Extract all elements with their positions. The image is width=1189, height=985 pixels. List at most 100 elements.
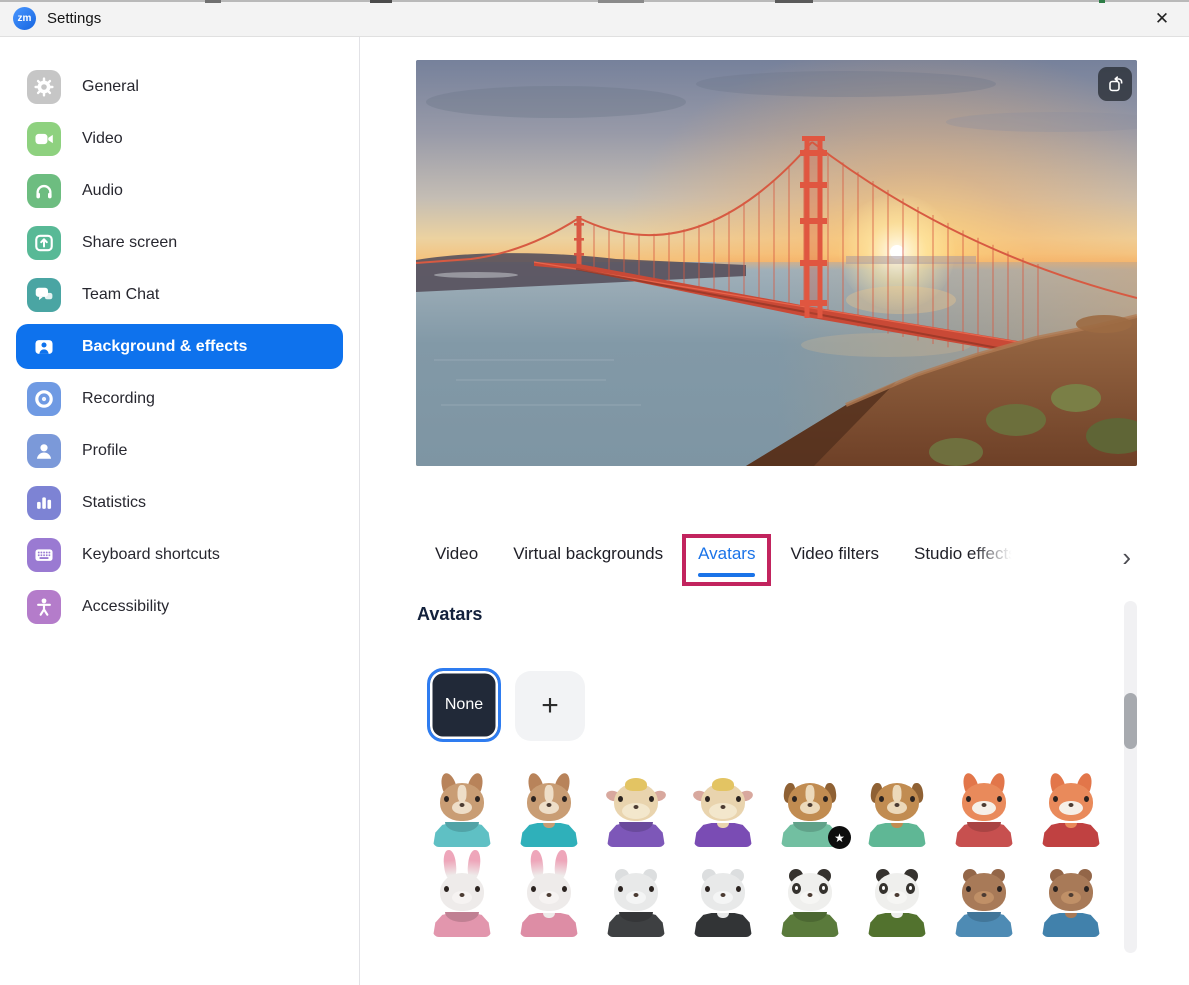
avatar-figure bbox=[430, 869, 494, 939]
sidebar-item-label: Video bbox=[82, 130, 123, 148]
avatar-none-button[interactable]: None bbox=[427, 668, 501, 742]
avatar-bear-hoodie-blue[interactable] bbox=[952, 869, 1016, 939]
tab-studio-effects[interactable]: Studio effects bbox=[914, 538, 1017, 564]
sidebar-item-label: Statistics bbox=[82, 494, 146, 512]
scrollbar-thumb[interactable] bbox=[1124, 693, 1137, 749]
avatar-dog-tshirt-mint[interactable] bbox=[865, 779, 929, 849]
avatar-figure bbox=[952, 869, 1016, 939]
avatar-corgi-hoodie-teal[interactable] bbox=[430, 779, 494, 849]
sidebar-item-keyboard-shortcuts[interactable]: Keyboard shortcuts bbox=[16, 532, 343, 577]
avatar-row: ★ bbox=[416, 779, 1126, 849]
sidebar-item-audio[interactable]: Audio bbox=[16, 168, 343, 213]
scrollbar-track[interactable] bbox=[1124, 601, 1137, 953]
rotate-preview-button[interactable] bbox=[1098, 67, 1132, 101]
avatar-cow-tshirt-purple[interactable] bbox=[691, 779, 755, 849]
tab-avatars[interactable]: Avatars bbox=[698, 538, 755, 577]
avatar-figure bbox=[430, 779, 494, 849]
avatar-figure bbox=[691, 869, 755, 939]
avatar-fox-hoodie-red[interactable] bbox=[952, 779, 1016, 849]
sidebar-item-profile[interactable]: Profile bbox=[16, 428, 343, 473]
avatar-figure bbox=[778, 869, 842, 939]
settings-sidebar: General Video Audio Share screen Team Ch bbox=[0, 37, 360, 985]
avatar-figure bbox=[517, 779, 581, 849]
avatar-figure bbox=[517, 869, 581, 939]
avatar-figure bbox=[604, 779, 668, 849]
sidebar-item-accessibility[interactable]: Accessibility bbox=[16, 584, 343, 629]
video-camera-icon bbox=[27, 122, 61, 156]
titlebar: zm Settings ✕ bbox=[0, 0, 1189, 37]
sidebar-item-video[interactable]: Video bbox=[16, 116, 343, 161]
avatar-cow-hoodie-purple[interactable] bbox=[604, 779, 668, 849]
chat-bubbles-icon bbox=[27, 278, 61, 312]
desktop-edge-artifact bbox=[775, 0, 813, 3]
avatar-polarbear-hoodie-black[interactable] bbox=[604, 869, 668, 939]
sidebar-item-background-effects[interactable]: Background & effects bbox=[16, 324, 343, 369]
avatar-grid: ★ bbox=[416, 779, 1126, 959]
sidebar-item-team-chat[interactable]: Team Chat bbox=[16, 272, 343, 317]
keyboard-icon bbox=[27, 538, 61, 572]
avatar-corgi-tshirt-teal[interactable] bbox=[517, 779, 581, 849]
avatar-bear-tshirt-blue[interactable] bbox=[1039, 869, 1103, 939]
tab-video[interactable]: Video bbox=[435, 538, 478, 564]
sidebar-item-label: Team Chat bbox=[82, 286, 159, 304]
bar-chart-icon bbox=[27, 486, 61, 520]
sidebar-item-statistics[interactable]: Statistics bbox=[16, 480, 343, 525]
sidebar-item-label: Recording bbox=[82, 390, 155, 408]
avatar-figure bbox=[1039, 779, 1103, 849]
avatar-fox-tshirt-red[interactable] bbox=[1039, 779, 1103, 849]
sidebar-item-label: Keyboard shortcuts bbox=[82, 546, 220, 564]
sidebar-item-label: Share screen bbox=[82, 234, 177, 252]
avatar-polarbear-tshirt-black[interactable] bbox=[691, 869, 755, 939]
sidebar-item-label: Audio bbox=[82, 182, 123, 200]
headphones-icon bbox=[27, 174, 61, 208]
gear-icon bbox=[27, 70, 61, 104]
avatars-section-title: Avatars bbox=[417, 604, 482, 625]
avatar-row bbox=[416, 869, 1126, 939]
desktop-edge-artifact bbox=[205, 0, 221, 3]
share-screen-icon bbox=[27, 226, 61, 260]
active-tab-underline bbox=[698, 573, 755, 577]
rotate-preview-icon bbox=[1106, 75, 1125, 94]
avatar-rabbit-hoodie-pink[interactable] bbox=[430, 869, 494, 939]
desktop-edge-artifact bbox=[0, 0, 1189, 2]
none-label: None bbox=[445, 696, 483, 714]
person-card-icon bbox=[27, 330, 61, 364]
desktop-edge-artifact bbox=[598, 0, 644, 3]
chevron-right-icon[interactable]: › bbox=[1122, 538, 1137, 568]
close-button[interactable]: ✕ bbox=[1149, 6, 1175, 32]
add-avatar-button[interactable]: + bbox=[515, 671, 585, 741]
background-preview-image bbox=[416, 60, 1137, 466]
avatar-figure bbox=[952, 779, 1016, 849]
tab-fade-overlay bbox=[973, 538, 1021, 564]
accessibility-icon bbox=[27, 590, 61, 624]
avatar-dog-hoodie-mint[interactable]: ★ bbox=[778, 779, 842, 849]
avatar-figure bbox=[865, 869, 929, 939]
record-ring-icon bbox=[27, 382, 61, 416]
sidebar-item-general[interactable]: General bbox=[16, 64, 343, 109]
avatar-figure bbox=[1039, 869, 1103, 939]
zoom-settings-window: zm Settings ✕ General Video Audio bbox=[0, 0, 1189, 985]
sidebar-item-recording[interactable]: Recording bbox=[16, 376, 343, 421]
sidebar-item-label: Background & effects bbox=[82, 338, 247, 356]
star-badge-icon: ★ bbox=[828, 826, 851, 849]
avatar-panda-hoodie-olive[interactable] bbox=[778, 869, 842, 939]
desktop-edge-artifact bbox=[370, 0, 392, 3]
plus-icon: + bbox=[541, 689, 559, 723]
sidebar-item-share-screen[interactable]: Share screen bbox=[16, 220, 343, 265]
effects-tab-bar: Video Virtual backgrounds Avatars Video … bbox=[416, 538, 1137, 590]
sidebar-item-label: General bbox=[82, 78, 139, 96]
avatar-figure bbox=[691, 779, 755, 849]
sidebar-item-label: Accessibility bbox=[82, 598, 169, 616]
tab-virtual-backgrounds[interactable]: Virtual backgrounds bbox=[513, 538, 663, 564]
avatar-figure bbox=[604, 869, 668, 939]
zoom-logo-icon: zm bbox=[13, 7, 36, 30]
avatar-figure bbox=[865, 779, 929, 849]
window-title: Settings bbox=[47, 10, 101, 27]
sidebar-item-label: Profile bbox=[82, 442, 127, 460]
avatar-rabbit-tshirt-pink[interactable] bbox=[517, 869, 581, 939]
golden-gate-bridge-illustration bbox=[416, 60, 1137, 466]
avatar-panda-tshirt-olive[interactable] bbox=[865, 869, 929, 939]
tab-video-filters[interactable]: Video filters bbox=[790, 538, 879, 564]
desktop-edge-artifact bbox=[1099, 0, 1105, 3]
person-icon bbox=[27, 434, 61, 468]
